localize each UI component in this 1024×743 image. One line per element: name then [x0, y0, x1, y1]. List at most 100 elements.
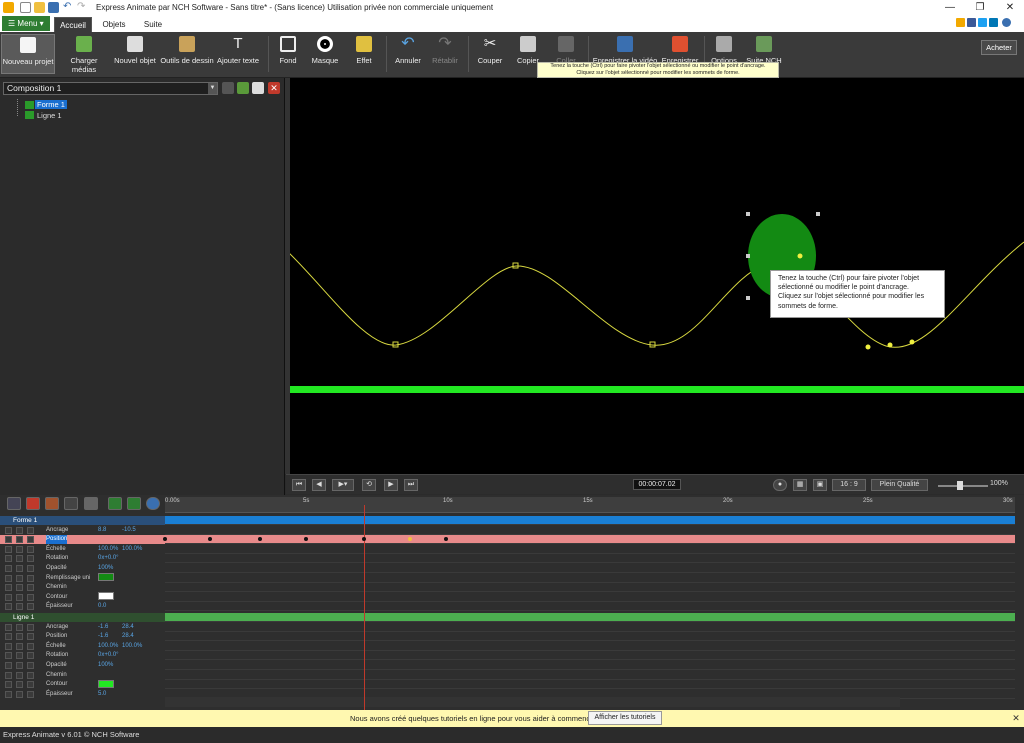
tab-objets[interactable]: Objets	[96, 17, 132, 32]
tab-accueil[interactable]: Accueil	[54, 17, 92, 32]
move-up-icon[interactable]	[108, 497, 122, 510]
keyframe-button[interactable]	[16, 671, 23, 679]
tree-item-ligne[interactable]: Ligne 1	[37, 111, 62, 120]
property-row[interactable]: Échelle 100.0% 100.0%	[0, 642, 165, 651]
open-folder-icon[interactable]	[34, 2, 45, 13]
keyframe-button[interactable]	[16, 662, 23, 669]
previous-frame-icon[interactable]: ◀	[312, 479, 326, 491]
keyframe-button[interactable]	[16, 593, 23, 601]
property-track[interactable]	[165, 526, 1015, 535]
keyframe-button[interactable]	[27, 584, 34, 592]
aspect-ratio-button[interactable]: 16 : 9	[832, 479, 866, 491]
timeline-ruler[interactable]: 0.00s 5s 10s 15s 20s 25s 30s	[165, 497, 1015, 513]
property-track[interactable]	[165, 574, 1015, 583]
property-value[interactable]: -1.6	[98, 623, 108, 632]
keyframe-button[interactable]	[5, 623, 12, 631]
undo-button[interactable]: ↶ Annuler	[392, 34, 424, 74]
keyframe-marker[interactable]	[258, 537, 262, 541]
property-row[interactable]: Position -1.6 28.4	[0, 632, 165, 641]
banner-close-icon[interactable]: ✕	[1011, 711, 1021, 725]
property-value[interactable]: -10.5	[122, 526, 136, 535]
keyframe-button[interactable]	[16, 633, 23, 641]
property-track[interactable]	[165, 545, 1015, 554]
linkedin-icon[interactable]	[989, 18, 998, 27]
property-value[interactable]: 100.0%	[122, 642, 142, 651]
minimize-button[interactable]: —	[940, 1, 960, 14]
keyframe-button[interactable]	[27, 555, 34, 563]
path-handle[interactable]	[887, 342, 893, 348]
selection-handle[interactable]	[746, 212, 750, 216]
tab-suite[interactable]: Suite	[136, 17, 170, 32]
keyframe-button[interactable]	[27, 681, 34, 689]
keyframe-button[interactable]	[27, 526, 34, 534]
track-ligne[interactable]	[165, 613, 1015, 622]
keyframe-button[interactable]	[5, 633, 12, 641]
keyframe-button[interactable]	[16, 555, 23, 563]
group-header-ligne[interactable]: Ligne 1	[0, 613, 165, 622]
property-value[interactable]: 0x+0.0°	[98, 554, 119, 563]
keyframe-button[interactable]	[27, 536, 34, 544]
keyframe-button[interactable]	[16, 574, 23, 582]
onion-skin-icon[interactable]: ●	[773, 479, 787, 491]
link-icon[interactable]	[45, 497, 59, 510]
quality-button[interactable]: Plein Qualité	[871, 479, 928, 491]
keyframe-button[interactable]	[27, 671, 34, 679]
keyframe-marker[interactable]	[362, 537, 366, 541]
play-icon[interactable]: ▶▾	[332, 479, 354, 491]
property-track[interactable]	[165, 680, 1015, 690]
property-value[interactable]: 28.4	[122, 623, 134, 632]
property-row[interactable]: Rotation 0x+0.0°	[0, 554, 165, 563]
property-value[interactable]: 100%	[98, 564, 113, 573]
zoom-slider-handle[interactable]	[957, 481, 963, 490]
property-track[interactable]	[165, 535, 1015, 545]
restore-button[interactable]: ❐	[970, 1, 990, 14]
keyframe-button[interactable]	[16, 536, 23, 544]
zoom-slider[interactable]	[938, 485, 988, 487]
property-row[interactable]: Position	[0, 535, 165, 545]
keyframe-button[interactable]	[16, 681, 23, 689]
keyframe-button[interactable]	[16, 526, 23, 534]
group-header-forme[interactable]: Forme 1	[0, 516, 165, 525]
shape-ligne-1[interactable]	[286, 386, 1024, 393]
property-value[interactable]: 100.0%	[98, 642, 118, 651]
next-frame-icon[interactable]: ▶	[384, 479, 398, 491]
keyframe-marker[interactable]	[408, 537, 412, 541]
grid-icon[interactable]: ▦	[793, 479, 807, 491]
keyframe-button[interactable]	[5, 565, 12, 572]
property-track[interactable]	[165, 642, 1015, 651]
playhead[interactable]	[364, 505, 365, 710]
track-forme[interactable]	[165, 516, 1015, 525]
property-track[interactable]	[165, 583, 1015, 593]
keyframe-button[interactable]	[27, 633, 34, 641]
property-row[interactable]: Rotation 0x+0.0°	[0, 651, 165, 660]
tree-item-forme[interactable]: Forme 1	[35, 100, 67, 109]
composition-settings-icon[interactable]	[222, 82, 234, 94]
property-row[interactable]: Ancrage -1.6 28.4	[0, 623, 165, 632]
timeline-help-icon[interactable]	[146, 497, 160, 510]
keyframe-marker[interactable]	[208, 537, 212, 541]
keyframe-button[interactable]	[27, 603, 34, 611]
keyframe-button[interactable]	[27, 565, 34, 572]
safe-area-icon[interactable]: ▣	[813, 479, 827, 491]
go-to-end-icon[interactable]: ⏭	[404, 479, 418, 491]
path-handle[interactable]	[865, 344, 871, 350]
property-value[interactable]: 100%	[98, 661, 113, 670]
property-track[interactable]	[165, 632, 1015, 642]
keyframe-button[interactable]	[5, 526, 12, 534]
magnet-icon[interactable]	[26, 497, 40, 510]
keyframe-button[interactable]	[5, 681, 12, 689]
property-value[interactable]: 100.0%	[98, 545, 118, 554]
go-to-start-icon[interactable]: ⏮	[292, 479, 306, 491]
path-handle[interactable]	[909, 339, 915, 345]
timeline-scrollbar[interactable]	[165, 697, 900, 707]
keyframe-button[interactable]	[16, 642, 23, 650]
selection-handle[interactable]	[746, 254, 750, 258]
composition-select[interactable]: Composition 1	[3, 82, 218, 95]
redo-icon[interactable]: ↷	[77, 2, 88, 13]
load-media-button[interactable]: Charger médias	[58, 34, 110, 74]
keyframe-button[interactable]	[5, 593, 12, 601]
property-row[interactable]: Chemin	[0, 583, 165, 592]
property-track[interactable]	[165, 661, 1015, 670]
keyframe-button[interactable]	[16, 545, 23, 553]
keyframe-button[interactable]	[5, 574, 12, 582]
